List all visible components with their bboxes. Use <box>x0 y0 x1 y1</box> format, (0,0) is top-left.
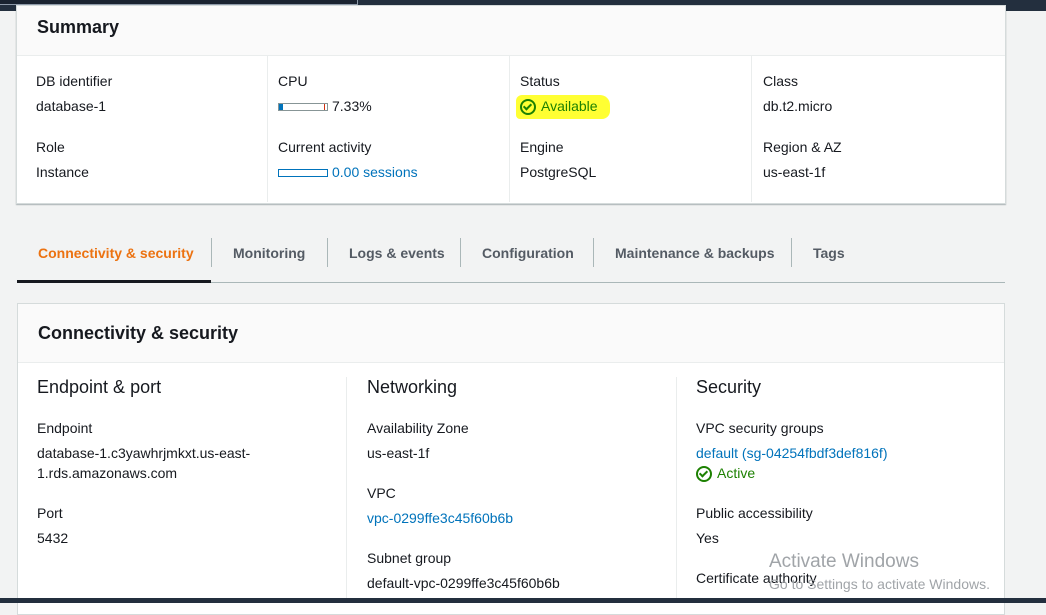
networking-title: Networking <box>367 377 458 397</box>
tab-label: Tags <box>813 245 845 261</box>
bottom-bar <box>0 598 1046 603</box>
tab-label: Maintenance & backups <box>615 245 775 261</box>
tab-maintenance-backups[interactable]: Maintenance & backups <box>594 230 791 282</box>
class-value: db.t2.micro <box>763 98 833 114</box>
activation-watermark-text: Go to Settings to activate Windows. <box>769 576 990 592</box>
active-tab-indicator <box>17 280 211 283</box>
engine-value: PostgreSQL <box>520 164 597 180</box>
subnet-group-label: Subnet group <box>367 550 452 566</box>
tab-configuration[interactable]: Configuration <box>461 230 593 282</box>
tab-label: Monitoring <box>233 245 306 261</box>
summary-header: Summary <box>17 6 1005 56</box>
activation-watermark-title: Activate Windows <box>769 551 919 572</box>
connectivity-title: Connectivity & security <box>38 323 239 343</box>
tab-tags[interactable]: Tags <box>792 230 872 282</box>
security-groups-label: VPC security groups <box>696 420 824 436</box>
engine-label: Engine <box>520 139 564 155</box>
summary-title: Summary <box>37 17 120 37</box>
port-label: Port <box>37 505 63 521</box>
region-label: Region & AZ <box>763 139 842 155</box>
tab-label: Logs & events <box>349 245 445 261</box>
column-divider <box>751 56 753 202</box>
summary-panel: Summary <box>16 5 1006 204</box>
sessions-link[interactable]: 0.00 sessions <box>332 164 418 180</box>
class-label: Class <box>763 73 799 89</box>
connectivity-header: Connectivity & security <box>18 304 1004 363</box>
column-divider <box>509 56 511 202</box>
tab-logs-events[interactable]: Logs & events <box>328 230 460 282</box>
cpu-threshold-marker <box>324 104 325 110</box>
cpu-usage-fill <box>279 104 283 110</box>
column-divider <box>267 56 269 202</box>
column-divider <box>676 377 677 598</box>
activity-bar <box>278 169 328 177</box>
db-identifier-label: DB identifier <box>36 73 113 89</box>
availability-zone-value: us-east-1f <box>367 445 430 461</box>
check-circle-icon <box>696 466 712 482</box>
tab-label: Connectivity & security <box>38 245 194 261</box>
public-accessibility-value: Yes <box>696 530 719 546</box>
check-circle-icon <box>520 99 536 115</box>
availability-zone-label: Availability Zone <box>367 420 469 436</box>
vpc-label: VPC <box>367 485 396 501</box>
security-group-link[interactable]: default (sg-04254fbdf3def816f) <box>696 445 887 461</box>
column-divider <box>346 377 347 598</box>
region-value: us-east-1f <box>763 164 826 180</box>
vpc-link[interactable]: vpc-0299ffe3c45f60b6b <box>367 510 513 526</box>
cpu-usage-bar <box>278 103 328 111</box>
security-group-status: Active <box>717 465 756 481</box>
tab-connectivity-security[interactable]: Connectivity & security <box>17 230 211 283</box>
cpu-label: CPU <box>278 73 308 89</box>
subnet-group-value: default-vpc-0299ffe3c45f60b6b <box>367 575 560 591</box>
public-accessibility-label: Public accessibility <box>696 505 813 521</box>
db-identifier-value: database-1 <box>36 98 107 114</box>
security-title: Security <box>696 377 762 397</box>
tab-label: Configuration <box>482 245 574 261</box>
current-activity-label: Current activity <box>278 139 372 155</box>
tab-monitoring[interactable]: Monitoring <box>212 230 327 282</box>
status-label: Status <box>520 73 560 89</box>
endpoint-port-title: Endpoint & port <box>37 377 162 397</box>
endpoint-label: Endpoint <box>37 420 93 436</box>
role-label: Role <box>36 139 65 155</box>
role-value: Instance <box>36 164 89 180</box>
detail-tabs: Connectivity & security Monitoring Logs … <box>17 230 1005 283</box>
endpoint-value-line1: database-1.c3yawhrjmkxt.us-east- <box>37 445 251 461</box>
port-value: 5432 <box>37 530 69 546</box>
status-value: Available <box>541 98 598 114</box>
endpoint-value-line2: 1.rds.amazonaws.com <box>37 465 178 481</box>
cpu-value: 7.33% <box>332 98 372 114</box>
